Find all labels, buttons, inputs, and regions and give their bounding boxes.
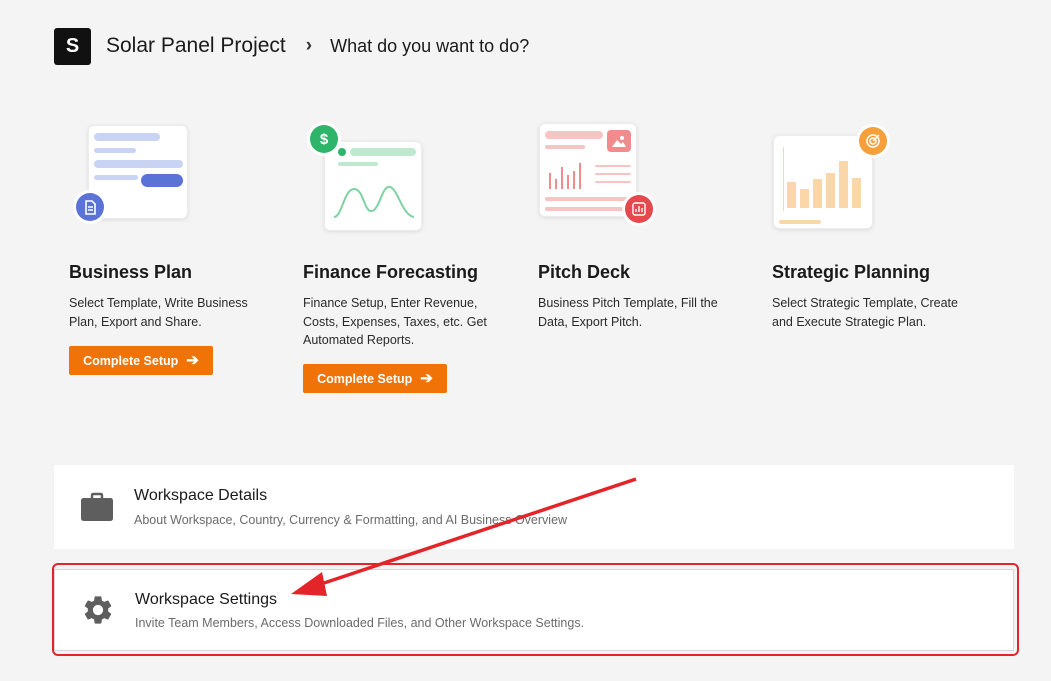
card-description: Select Template, Write Business Plan, Ex… — [69, 296, 248, 329]
target-icon — [859, 127, 887, 155]
page-header: S Solar Panel Project › What do you want… — [54, 27, 530, 65]
row-subtitle: Invite Team Members, Access Downloaded F… — [135, 616, 585, 630]
workspace-logo[interactable]: S — [54, 27, 91, 65]
card-title: Business Plan — [69, 262, 193, 282]
presentation-icon — [625, 195, 653, 223]
card-finance-forecasting[interactable]: $ Finance Forecasting Finance Setup, Ent… — [288, 115, 508, 393]
breadcrumb-chevron-icon: › — [305, 35, 313, 56]
row-title: Workspace Details — [134, 487, 268, 504]
button-label: Complete Setup — [317, 371, 413, 386]
card-description: Business Pitch Template, Fill the Data, … — [538, 296, 718, 329]
card-title: Pitch Deck — [538, 262, 631, 282]
gear-icon — [81, 593, 115, 627]
row-subtitle: About Workspace, Country, Currency & For… — [134, 513, 568, 527]
card-description: Finance Setup, Enter Revenue, Costs, Exp… — [303, 296, 487, 347]
complete-setup-button[interactable]: Complete Setup ➔ — [69, 346, 213, 375]
workspace-details-row[interactable]: Workspace Details About Workspace, Count… — [54, 465, 1014, 549]
card-title: Strategic Planning — [772, 262, 931, 282]
row-title: Workspace Settings — [135, 591, 277, 608]
document-icon — [76, 193, 104, 221]
complete-setup-button[interactable]: Complete Setup ➔ — [303, 364, 447, 393]
page-question: What do you want to do? — [330, 35, 530, 56]
arrow-right-icon: ➔ — [420, 370, 433, 387]
card-business-plan[interactable]: Business Plan Select Template, Write Bus… — [54, 115, 274, 375]
briefcase-icon — [80, 489, 114, 523]
workspace-settings-row[interactable]: Workspace Settings Invite Team Members, … — [54, 569, 1014, 651]
strategic-planning-illustration — [757, 115, 977, 250]
card-title: Finance Forecasting — [303, 262, 479, 282]
card-pitch-deck[interactable]: Pitch Deck Business Pitch Template, Fill… — [523, 115, 743, 329]
dollar-icon: $ — [310, 125, 338, 153]
pitch-deck-illustration — [523, 115, 743, 250]
card-strategic-planning[interactable]: Strategic Planning Select Strategic Temp… — [757, 115, 977, 329]
arrow-right-icon: ➔ — [186, 352, 199, 369]
business-plan-illustration — [54, 115, 274, 250]
project-title: Solar Panel Project — [106, 34, 286, 57]
card-description: Select Strategic Template, Create and Ex… — [772, 296, 958, 329]
button-label: Complete Setup — [83, 353, 179, 368]
finance-illustration: $ — [288, 115, 508, 250]
